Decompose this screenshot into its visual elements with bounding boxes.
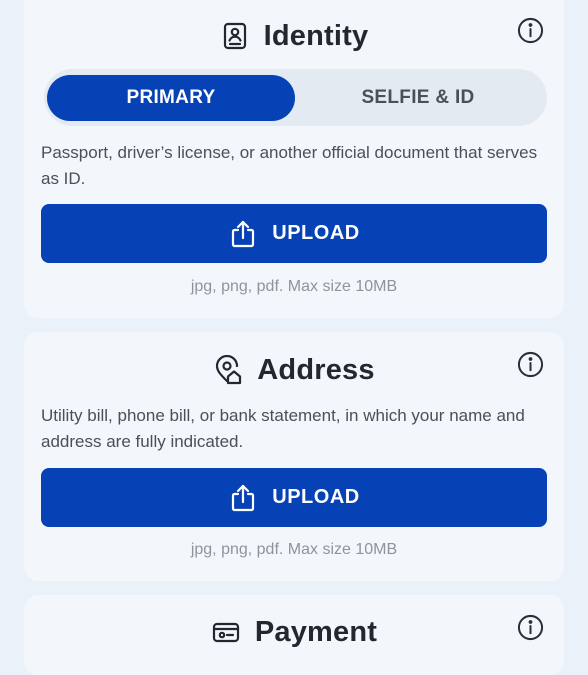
document-type-tabs: PRIMARY SELFIE & ID [44,69,547,126]
info-icon[interactable] [517,351,544,378]
upload-icon [228,219,258,249]
info-icon[interactable] [517,17,544,44]
identity-upload-button[interactable]: UPLOAD [41,204,547,263]
payment-header: Payment [24,612,564,652]
file-format-hint: jpg, png, pdf. Max size 10MB [190,278,398,295]
payment-title: Payment [254,615,378,648]
info-icon[interactable] [517,614,544,641]
tab-primary[interactable]: PRIMARY [47,75,295,121]
address-title: Address [257,353,375,386]
location-home-icon [213,355,243,385]
upload-label: UPLOAD [272,222,360,244]
upload-label: UPLOAD [272,486,360,508]
identity-title: Identity [263,19,369,52]
address-card: Address Utility bill, phone bill, or ban… [24,332,564,581]
address-description: Utility bill, phone bill, or bank statem… [41,406,525,451]
id-document-icon [220,21,250,51]
identity-card: Identity PRIMARY SELFIE & ID Passport, d… [24,0,564,318]
identity-description: Passport, driver’s license, or another o… [41,143,538,188]
address-header: Address [24,350,564,390]
payment-card: Payment [24,595,564,675]
identity-header: Identity [24,16,564,56]
file-format-hint: jpg, png, pdf. Max size 10MB [190,541,398,558]
payment-card-icon [211,617,241,647]
address-upload-button[interactable]: UPLOAD [41,468,547,527]
upload-icon [228,483,258,513]
tab-selfie-and-id[interactable]: SELFIE & ID [294,75,542,121]
